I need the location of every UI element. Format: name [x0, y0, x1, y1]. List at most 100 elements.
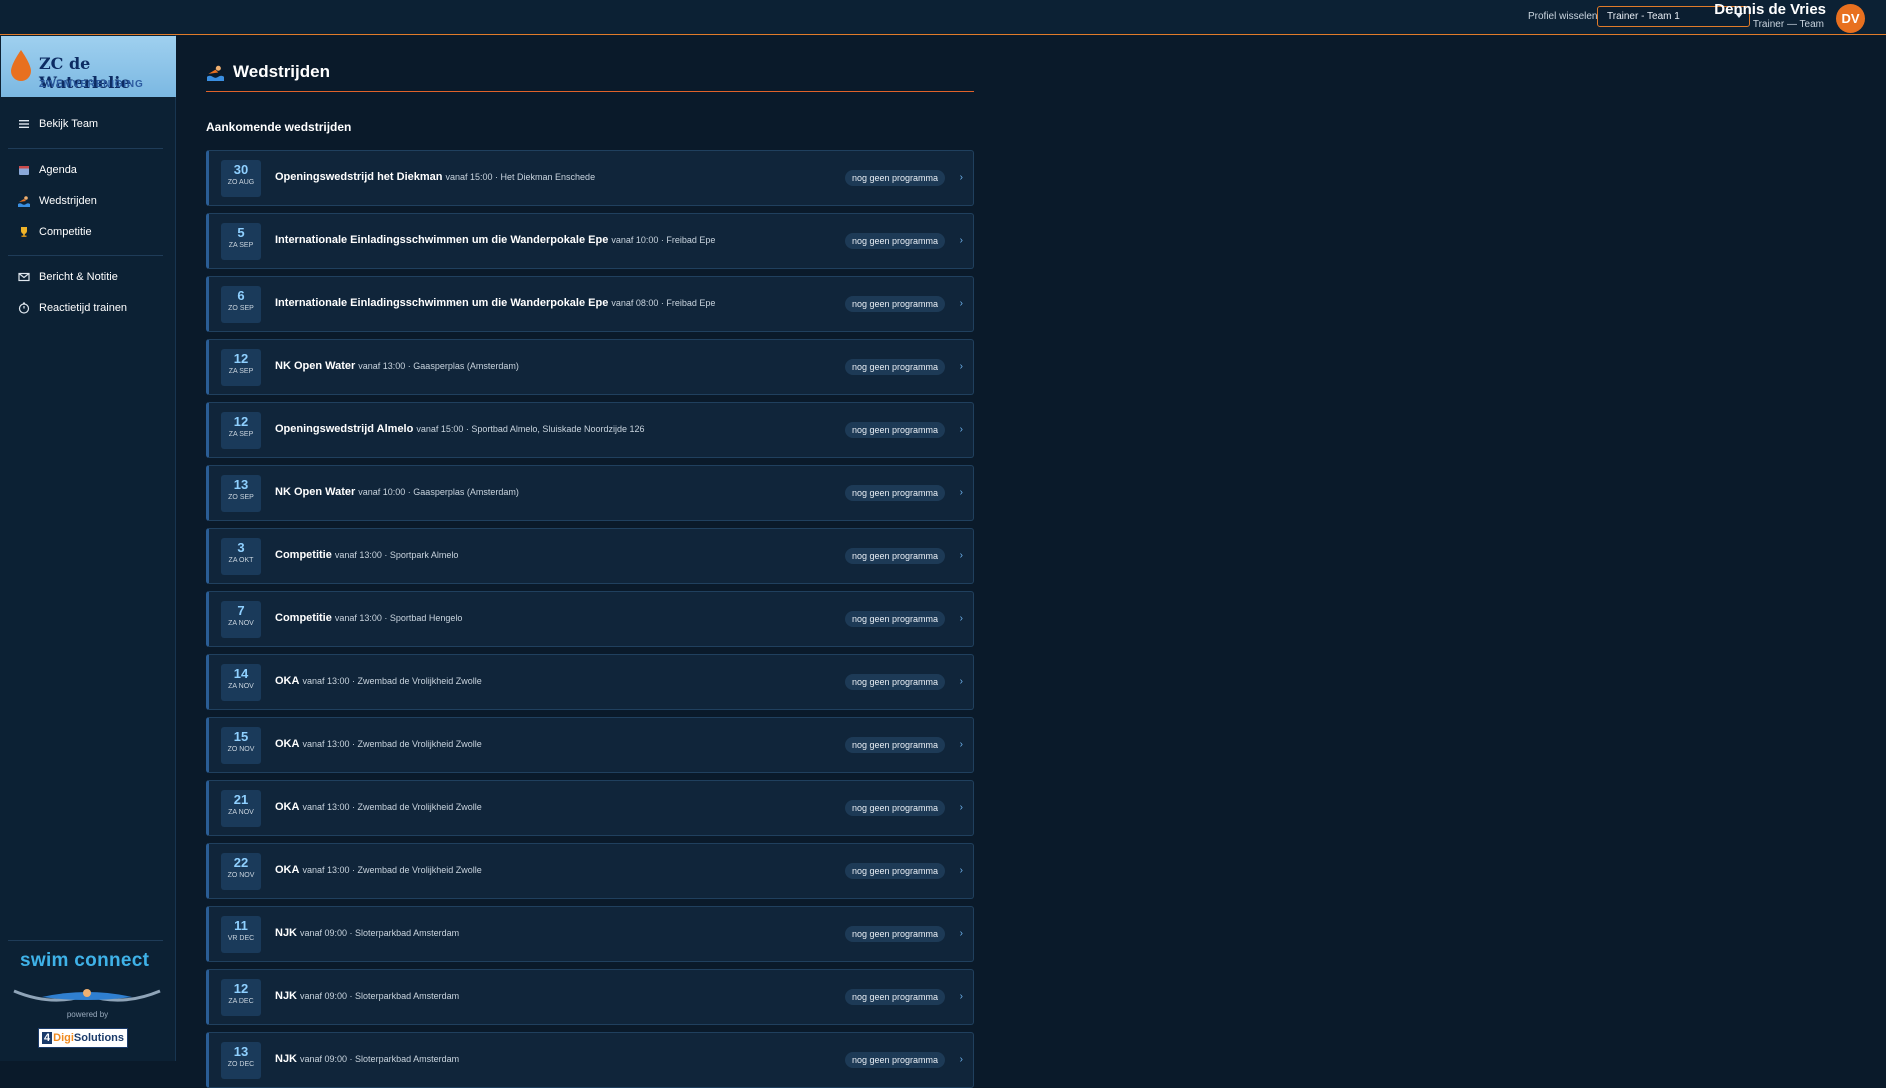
event-name: Competitie	[275, 549, 332, 561]
event-info: NJK vanaf 09:00 · Sloterparkbad Amsterdam	[275, 990, 459, 1002]
event-day: 12	[233, 981, 249, 996]
profile-switch-label: Profiel wisselen:	[1528, 11, 1601, 22]
calendar-icon	[19, 166, 29, 175]
event-day: 5	[237, 225, 245, 240]
event-name: OKA	[275, 738, 300, 750]
profile-select-value: Trainer - Team 1	[1607, 11, 1680, 22]
status-badge: nog geen programma	[844, 674, 945, 690]
event-month: ZA OKT	[228, 557, 254, 564]
event-month: ZA NOV	[228, 620, 254, 627]
event-day: 14	[233, 666, 249, 681]
event-day: 21	[233, 792, 249, 807]
stopwatch-icon	[18, 302, 30, 314]
event-meta: vanaf 10:00 · Gaasperplas (Amsterdam)	[358, 487, 519, 497]
event-name: Competitie	[275, 612, 332, 624]
event-info: Openingswedstrijd het Diekman vanaf 15:00…	[275, 171, 595, 183]
event-row[interactable]: 30 ZO AUG Openingswedstrijd het Diekman van…	[206, 150, 974, 206]
event-row[interactable]: 12 ZA SEP NK Open Water vanaf 13:00 · Gaasp…	[206, 339, 974, 395]
event-date: 21 ZA NOV	[221, 790, 261, 827]
sidebar-item-agenda[interactable]: Agenda	[0, 159, 175, 183]
event-day: 30	[233, 162, 249, 177]
event-row[interactable]: 15 ZO NOV OKA vanaf 13:00 · Zwembad de Vrol…	[206, 717, 974, 773]
event-row[interactable]: 12 ZA DEC NJK vanaf 09:00 · Sloterparkbad A…	[206, 969, 974, 1025]
event-info: Competitie vanaf 13:00 · Sportbad Hengelo	[275, 612, 462, 624]
event-info: NK Open Water vanaf 13:00 · Gaasperplas (…	[275, 360, 519, 372]
avatar[interactable]: DV	[1836, 4, 1865, 33]
event-info: NJK vanaf 09:00 · Sloterparkbad Amsterdam	[275, 1053, 459, 1065]
trophy-icon	[21, 227, 27, 237]
event-date: 15 ZO NOV	[221, 727, 261, 764]
sidebar-item-label: Bekijk Team	[39, 118, 99, 130]
event-info: Internationale Einladingsschwimmen um di…	[275, 297, 715, 309]
event-row[interactable]: 3 ZA OKT Competitie vanaf 13:00 · Sportpark…	[206, 528, 974, 584]
event-info: OKA vanaf 13:00 · Zwembad de Vrolijkheid …	[275, 801, 482, 813]
event-date: 12 ZA DEC	[221, 979, 261, 1016]
event-day: 12	[233, 351, 249, 366]
chevron-right-icon: ›	[959, 298, 963, 309]
status-badge: nog geen programma	[844, 233, 945, 249]
event-row[interactable]: 12 ZA SEP Openingswedstrijd Almelo vanaf 15…	[206, 402, 974, 458]
event-name: OKA	[275, 675, 300, 687]
chevron-right-icon: ›	[959, 235, 963, 246]
top-bar: Profiel wisselen: Trainer - Team 1 Denni…	[0, 0, 1886, 35]
event-name: NK Open Water	[275, 360, 356, 372]
sidebar-item-label: Agenda	[39, 164, 77, 176]
event-day: 3	[237, 540, 245, 555]
event-row[interactable]: 22 ZO NOV OKA vanaf 13:00 · Zwembad de Vrol…	[206, 843, 974, 899]
chevron-right-icon: ›	[959, 865, 963, 876]
event-meta: vanaf 13:00 · Sportbad Hengelo	[334, 613, 463, 623]
sidebar-divider	[8, 255, 163, 256]
sidebar-divider	[8, 940, 163, 941]
sidebar-item-wedstrijden[interactable]: Wedstrijden	[0, 190, 175, 214]
event-month: ZO DEC	[227, 1061, 255, 1068]
event-info: OKA vanaf 13:00 · Zwembad de Vrolijkheid …	[275, 675, 482, 687]
event-month: ZO SEP	[228, 305, 254, 312]
event-date: 12 ZA SEP	[221, 349, 261, 386]
event-row[interactable]: 6 ZO SEP Internationale Einladingsschwimme…	[206, 276, 974, 332]
event-meta: vanaf 13:00 · Zwembad de Vrolijkheid Zwo…	[302, 676, 482, 686]
event-day: 15	[233, 729, 249, 744]
event-name: Internationale Einladingsschwimmen um di…	[275, 297, 609, 309]
event-date: 5 ZA SEP	[221, 223, 261, 260]
event-name: Openingswedstrijd Almelo	[275, 423, 414, 435]
event-day: 13	[233, 1044, 249, 1059]
menu-icon	[19, 120, 29, 128]
chevron-right-icon: ›	[959, 613, 963, 624]
status-badge: nog geen programma	[844, 296, 945, 312]
event-row[interactable]: 7 ZA NOV Competitie vanaf 13:00 · Sportbad …	[206, 591, 974, 647]
sidebar-divider	[8, 148, 163, 149]
event-meta: vanaf 15:00 · Het Diekman Enschede	[445, 172, 596, 182]
title-divider	[206, 91, 974, 92]
chevron-right-icon: ›	[959, 739, 963, 750]
event-month: ZO SEP	[228, 494, 254, 501]
event-info: OKA vanaf 13:00 · Zwembad de Vrolijkheid …	[275, 738, 482, 750]
user-name: Dennis de Vries	[1714, 1, 1826, 18]
event-day: 22	[233, 855, 249, 870]
sidebar-item-bekijk-team[interactable]: Bekijk Team	[0, 113, 175, 137]
event-row[interactable]: 14 ZA NOV OKA vanaf 13:00 · Zwembad de Vrol…	[206, 654, 974, 710]
brand-logo[interactable]: ZC de Waterlelie ZWEMVERENIGING	[1, 36, 176, 97]
event-row[interactable]: 13 ZO SEP NK Open Water vanaf 10:00 · Gaasp…	[206, 465, 974, 521]
event-day: 12	[233, 414, 249, 429]
event-info: NK Open Water vanaf 10:00 · Gaasperplas (…	[275, 486, 519, 498]
event-date: 22 ZO NOV	[221, 853, 261, 890]
event-info: Openingswedstrijd Almelo vanaf 15:00 · Sp…	[275, 423, 645, 435]
event-month: ZA SEP	[228, 368, 254, 375]
event-row[interactable]: 11 VR DEC NJK vanaf 09:00 · Sloterparkbad A…	[206, 906, 974, 962]
event-row[interactable]: 21 ZA NOV OKA vanaf 13:00 · Zwembad de Vrol…	[206, 780, 974, 836]
sidebar: ZC de Waterlelie ZWEMVERENIGING Bekijk T…	[0, 35, 176, 1061]
sidebar-item-reactietijd-trainen[interactable]: Reactietijd trainen	[0, 297, 175, 321]
event-meta: vanaf 09:00 · Sloterparkbad Amsterdam	[300, 991, 460, 1001]
4digisolutions-logo[interactable]: 4 Digi Solutions	[38, 1028, 128, 1048]
event-row[interactable]: 5 ZA SEP Internationale Einladingsschwimme…	[206, 213, 974, 269]
event-row[interactable]: 13 ZO DEC NJK vanaf 09:00 · Sloterparkbad A…	[206, 1032, 974, 1088]
sidebar-item-bericht-notitie[interactable]: Bericht & Notitie	[0, 266, 175, 290]
event-meta: vanaf 15:00 · Sportbad Almelo, Sluiskade…	[416, 424, 645, 434]
chevron-right-icon: ›	[959, 802, 963, 813]
event-name: Internationale Einladingsschwimmen um di…	[275, 234, 609, 246]
event-date: 7 ZA NOV	[221, 601, 261, 638]
event-meta: vanaf 10:00 · Freibad Epe	[611, 235, 716, 245]
sidebar-item-competitie[interactable]: Competitie	[0, 221, 175, 245]
event-date: 11 VR DEC	[221, 916, 261, 953]
event-name: NK Open Water	[275, 486, 356, 498]
